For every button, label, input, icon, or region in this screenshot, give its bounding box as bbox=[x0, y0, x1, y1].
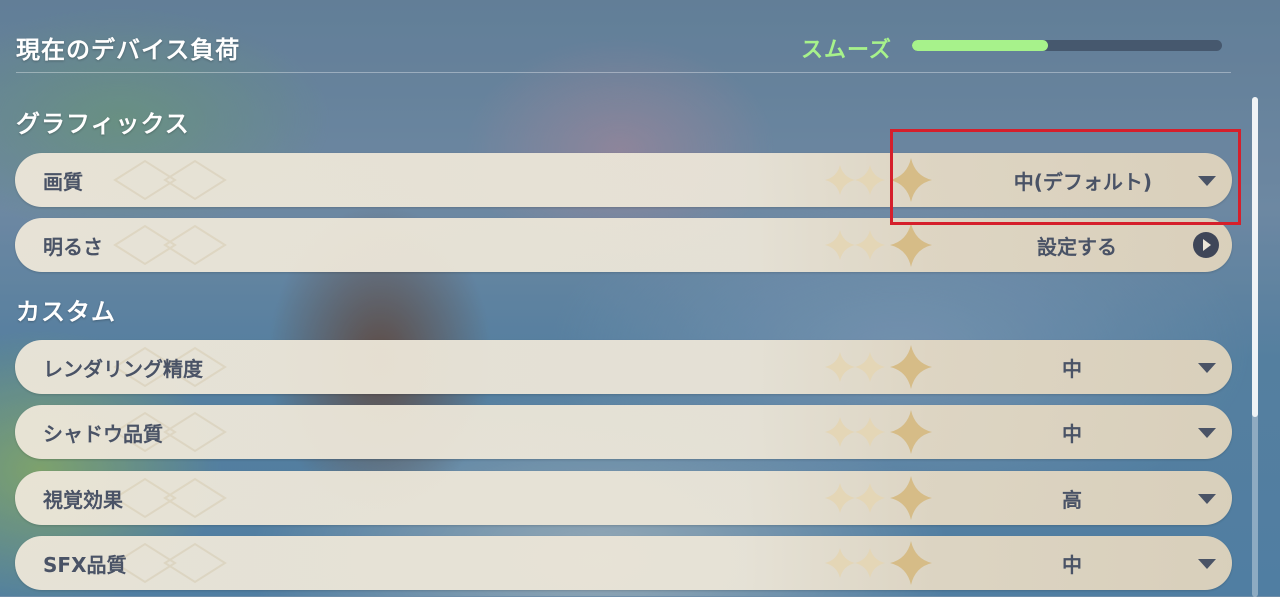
chevron-down-icon[interactable] bbox=[1198, 363, 1216, 373]
setting-row-sfx-quality[interactable]: SFX品質 中 bbox=[15, 536, 1232, 590]
setting-value: 中 bbox=[1062, 422, 1082, 446]
row-ornament bbox=[825, 476, 932, 520]
section-title-custom: カスタム bbox=[16, 298, 116, 326]
setting-row-visual-effects[interactable]: 視覚効果 高 bbox=[15, 471, 1232, 525]
device-load-bar bbox=[912, 40, 1222, 51]
setting-value: 中 bbox=[1062, 553, 1082, 577]
row-ornament bbox=[825, 410, 932, 454]
setting-label: 画質 bbox=[43, 170, 83, 194]
header-divider bbox=[16, 72, 1231, 73]
setting-row-render-resolution[interactable]: レンダリング精度 中 bbox=[15, 340, 1232, 394]
row-ornament-left bbox=[113, 159, 227, 201]
device-load-header: 現在のデバイス負荷 スムーズ bbox=[16, 26, 1231, 70]
setting-value: 設定する bbox=[1037, 235, 1117, 259]
device-load-title: 現在のデバイス負荷 bbox=[16, 36, 241, 64]
section-title-graphics: グラフィックス bbox=[16, 110, 190, 138]
arrow-circle-right-icon[interactable] bbox=[1193, 232, 1219, 258]
setting-label: 視覚効果 bbox=[43, 488, 123, 512]
setting-value: 中 bbox=[1062, 357, 1082, 381]
scrollbar[interactable] bbox=[1252, 97, 1258, 597]
row-ornament bbox=[825, 345, 932, 389]
setting-label: レンダリング精度 bbox=[43, 357, 203, 381]
row-ornament bbox=[825, 541, 932, 585]
setting-value: 高 bbox=[1062, 488, 1082, 512]
setting-row-brightness[interactable]: 明るさ 設定する bbox=[15, 218, 1232, 272]
device-load-status: スムーズ bbox=[801, 38, 892, 63]
setting-label: 明るさ bbox=[43, 235, 103, 259]
device-load-bar-fill bbox=[912, 40, 1049, 51]
chevron-down-icon[interactable] bbox=[1198, 428, 1216, 438]
setting-label: SFX品質 bbox=[43, 553, 127, 577]
scrollbar-thumb[interactable] bbox=[1252, 97, 1258, 417]
highlight-annotation-box bbox=[890, 129, 1241, 225]
chevron-down-icon[interactable] bbox=[1198, 494, 1216, 504]
chevron-down-icon[interactable] bbox=[1198, 559, 1216, 569]
setting-label: シャドウ品質 bbox=[43, 422, 163, 446]
setting-row-shadow-quality[interactable]: シャドウ品質 中 bbox=[15, 405, 1232, 459]
